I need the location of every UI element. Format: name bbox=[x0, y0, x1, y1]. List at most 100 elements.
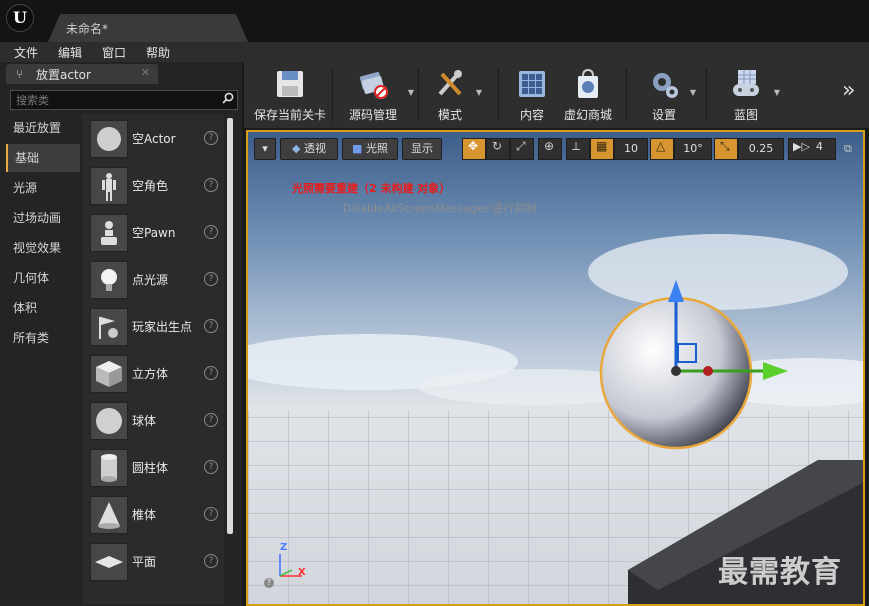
main-toolbar: 保存当前关卡 源码管理 ▼ 模式 ▼ 内容 虚幻商城 设置 ▼ 蓝图 ▼ » bbox=[244, 62, 869, 128]
place-actors-panel: ⑂ 放置actor ✕ 搜索类 最近放置 基础 光源 过场动画 视觉效果 几何体… bbox=[0, 62, 242, 606]
pawn-thumbnail-icon bbox=[90, 214, 128, 252]
save-level-button[interactable]: 保存当前关卡 bbox=[250, 64, 330, 124]
source-control-label: 源码管理 bbox=[348, 108, 397, 122]
character-thumbnail-icon bbox=[90, 167, 128, 205]
world-local-toggle[interactable]: ⊕ bbox=[538, 138, 562, 160]
list-item[interactable]: 球体 ? bbox=[88, 400, 224, 440]
category-volumes[interactable]: 体积 bbox=[6, 294, 80, 322]
menu-file[interactable]: 文件 bbox=[14, 44, 38, 61]
help-icon[interactable]: ? bbox=[204, 319, 218, 333]
search-classes-input[interactable]: 搜索类 bbox=[10, 90, 238, 110]
grid-snap-value[interactable]: 10 bbox=[614, 138, 648, 160]
help-icon[interactable]: ? bbox=[264, 578, 274, 588]
marketplace-label: 虚幻商城 bbox=[563, 108, 612, 122]
level-viewport[interactable]: ▾ ◆ 透视 ■ 光照 显示 ✥ ↻ ⤢ ⊕ ⟂ ▦ 10 △ 10° ⤡ 0.… bbox=[246, 130, 865, 606]
scale-snap-toggle[interactable]: ⤡ bbox=[714, 138, 738, 160]
category-visual-effects[interactable]: 视觉效果 bbox=[6, 234, 80, 262]
source-control-icon bbox=[357, 68, 389, 100]
help-icon[interactable]: ? bbox=[204, 178, 218, 192]
plane-thumbnail-icon bbox=[90, 543, 128, 581]
settings-button[interactable]: 设置 ▼ bbox=[634, 64, 696, 124]
list-item[interactable]: 圆柱体 ? bbox=[88, 447, 224, 487]
list-item[interactable]: 立方体 ? bbox=[88, 353, 224, 393]
marketplace-button[interactable]: 虚幻商城 bbox=[560, 64, 616, 124]
help-icon[interactable]: ? bbox=[204, 131, 218, 145]
category-recent[interactable]: 最近放置 bbox=[6, 114, 80, 142]
axis-x-label: X bbox=[298, 567, 306, 578]
search-icon[interactable] bbox=[222, 92, 234, 104]
chevron-down-icon[interactable]: ▼ bbox=[476, 88, 482, 97]
item-label: 玩家出生点 bbox=[132, 320, 193, 334]
sphere-thumbnail-icon bbox=[90, 120, 128, 158]
camera-speed-value: 4 bbox=[815, 140, 823, 153]
list-item[interactable]: 空Actor ? bbox=[88, 118, 224, 158]
title-bar: U 未命名* bbox=[0, 0, 869, 42]
item-label: 平面 bbox=[132, 555, 157, 569]
surface-snap-icon: ⟂ bbox=[572, 139, 581, 153]
chevron-down-icon[interactable]: ▼ bbox=[408, 88, 414, 97]
list-item[interactable]: 椎体 ? bbox=[88, 494, 224, 534]
chevron-down-icon[interactable]: ▼ bbox=[774, 88, 780, 97]
help-icon[interactable]: ? bbox=[204, 460, 218, 474]
menu-bar: 文件 编辑 窗口 帮助 bbox=[0, 42, 869, 63]
list-item[interactable]: 空角色 ? bbox=[88, 165, 224, 205]
content-button[interactable]: 内容 bbox=[504, 64, 560, 124]
category-list: 最近放置 基础 光源 过场动画 视觉效果 几何体 体积 所有类 bbox=[6, 114, 80, 604]
item-label: 空Pawn bbox=[132, 226, 176, 240]
place-actors-tab[interactable]: ⑂ 放置actor ✕ bbox=[6, 64, 158, 84]
rotation-snap-value[interactable]: 10° bbox=[674, 138, 712, 160]
list-item[interactable]: 平面 ? bbox=[88, 541, 224, 581]
camera-icon: ▶▷ bbox=[793, 140, 810, 153]
source-control-button[interactable]: 源码管理 ▼ bbox=[336, 64, 414, 124]
chevron-down-icon: ▾ bbox=[262, 142, 268, 155]
document-tab[interactable]: 未命名* bbox=[48, 14, 248, 42]
item-label: 空角色 bbox=[132, 179, 169, 193]
menu-edit[interactable]: 编辑 bbox=[58, 44, 82, 61]
category-geometry[interactable]: 几何体 bbox=[6, 264, 80, 292]
list-item[interactable]: 玩家出生点 ? bbox=[88, 306, 224, 346]
grid-snap-toggle[interactable]: ▦ bbox=[590, 138, 614, 160]
category-cinematic[interactable]: 过场动画 bbox=[6, 204, 80, 232]
help-icon[interactable]: ? bbox=[204, 225, 218, 239]
close-tab-icon[interactable]: ✕ bbox=[141, 66, 150, 79]
settings-gears-icon bbox=[648, 68, 680, 100]
list-item[interactable]: 点光源 ? bbox=[88, 259, 224, 299]
maximize-viewport-icon[interactable]: ⧉ bbox=[844, 142, 852, 156]
translate-tool-button[interactable]: ✥ bbox=[462, 138, 486, 160]
item-label: 球体 bbox=[132, 414, 157, 428]
help-icon[interactable]: ? bbox=[204, 366, 218, 380]
category-all-classes[interactable]: 所有类 bbox=[6, 324, 80, 352]
perspective-button[interactable]: ◆ 透视 bbox=[280, 138, 338, 160]
help-icon[interactable]: ? bbox=[204, 507, 218, 521]
globe-icon: ⊕ bbox=[544, 139, 555, 153]
chevron-down-icon[interactable]: ▼ bbox=[690, 88, 696, 97]
camera-speed-button[interactable]: ▶▷ 4 bbox=[788, 138, 836, 160]
scale-snap-icon: ⤡ bbox=[720, 139, 730, 153]
menu-help[interactable]: 帮助 bbox=[146, 44, 170, 61]
list-item[interactable]: 空Pawn ? bbox=[88, 212, 224, 252]
item-list-scrollbar[interactable] bbox=[227, 118, 233, 534]
show-flags-button[interactable]: 显示 bbox=[402, 138, 442, 160]
category-lights[interactable]: 光源 bbox=[6, 174, 80, 202]
lighting-mode-button[interactable]: ■ 光照 bbox=[342, 138, 398, 160]
player-start-thumbnail-icon bbox=[90, 308, 128, 346]
viewport-options-button[interactable]: ▾ bbox=[254, 138, 276, 160]
toolbar-divider bbox=[706, 68, 707, 122]
rotation-snap-toggle[interactable]: △ bbox=[650, 138, 674, 160]
scale-snap-value[interactable]: 0.25 bbox=[738, 138, 784, 160]
watermark: 最需教育 bbox=[718, 555, 842, 590]
modes-button[interactable]: 模式 ▼ bbox=[422, 64, 482, 124]
category-basic[interactable]: 基础 bbox=[6, 144, 80, 172]
toolbar-divider bbox=[332, 68, 333, 122]
content-label: 内容 bbox=[519, 108, 544, 122]
rotate-tool-button[interactable]: ↻ bbox=[486, 138, 510, 160]
selected-sphere-actor[interactable] bbox=[598, 272, 798, 452]
menu-window[interactable]: 窗口 bbox=[102, 44, 126, 61]
toolbar-overflow-icon[interactable]: » bbox=[842, 78, 855, 103]
help-icon[interactable]: ? bbox=[204, 272, 218, 286]
surface-snap-toggle[interactable]: ⟂ bbox=[566, 138, 590, 160]
scale-tool-button[interactable]: ⤢ bbox=[510, 138, 534, 160]
help-icon[interactable]: ? bbox=[204, 413, 218, 427]
help-icon[interactable]: ? bbox=[204, 554, 218, 568]
blueprints-button[interactable]: 蓝图 ▼ bbox=[716, 64, 780, 124]
